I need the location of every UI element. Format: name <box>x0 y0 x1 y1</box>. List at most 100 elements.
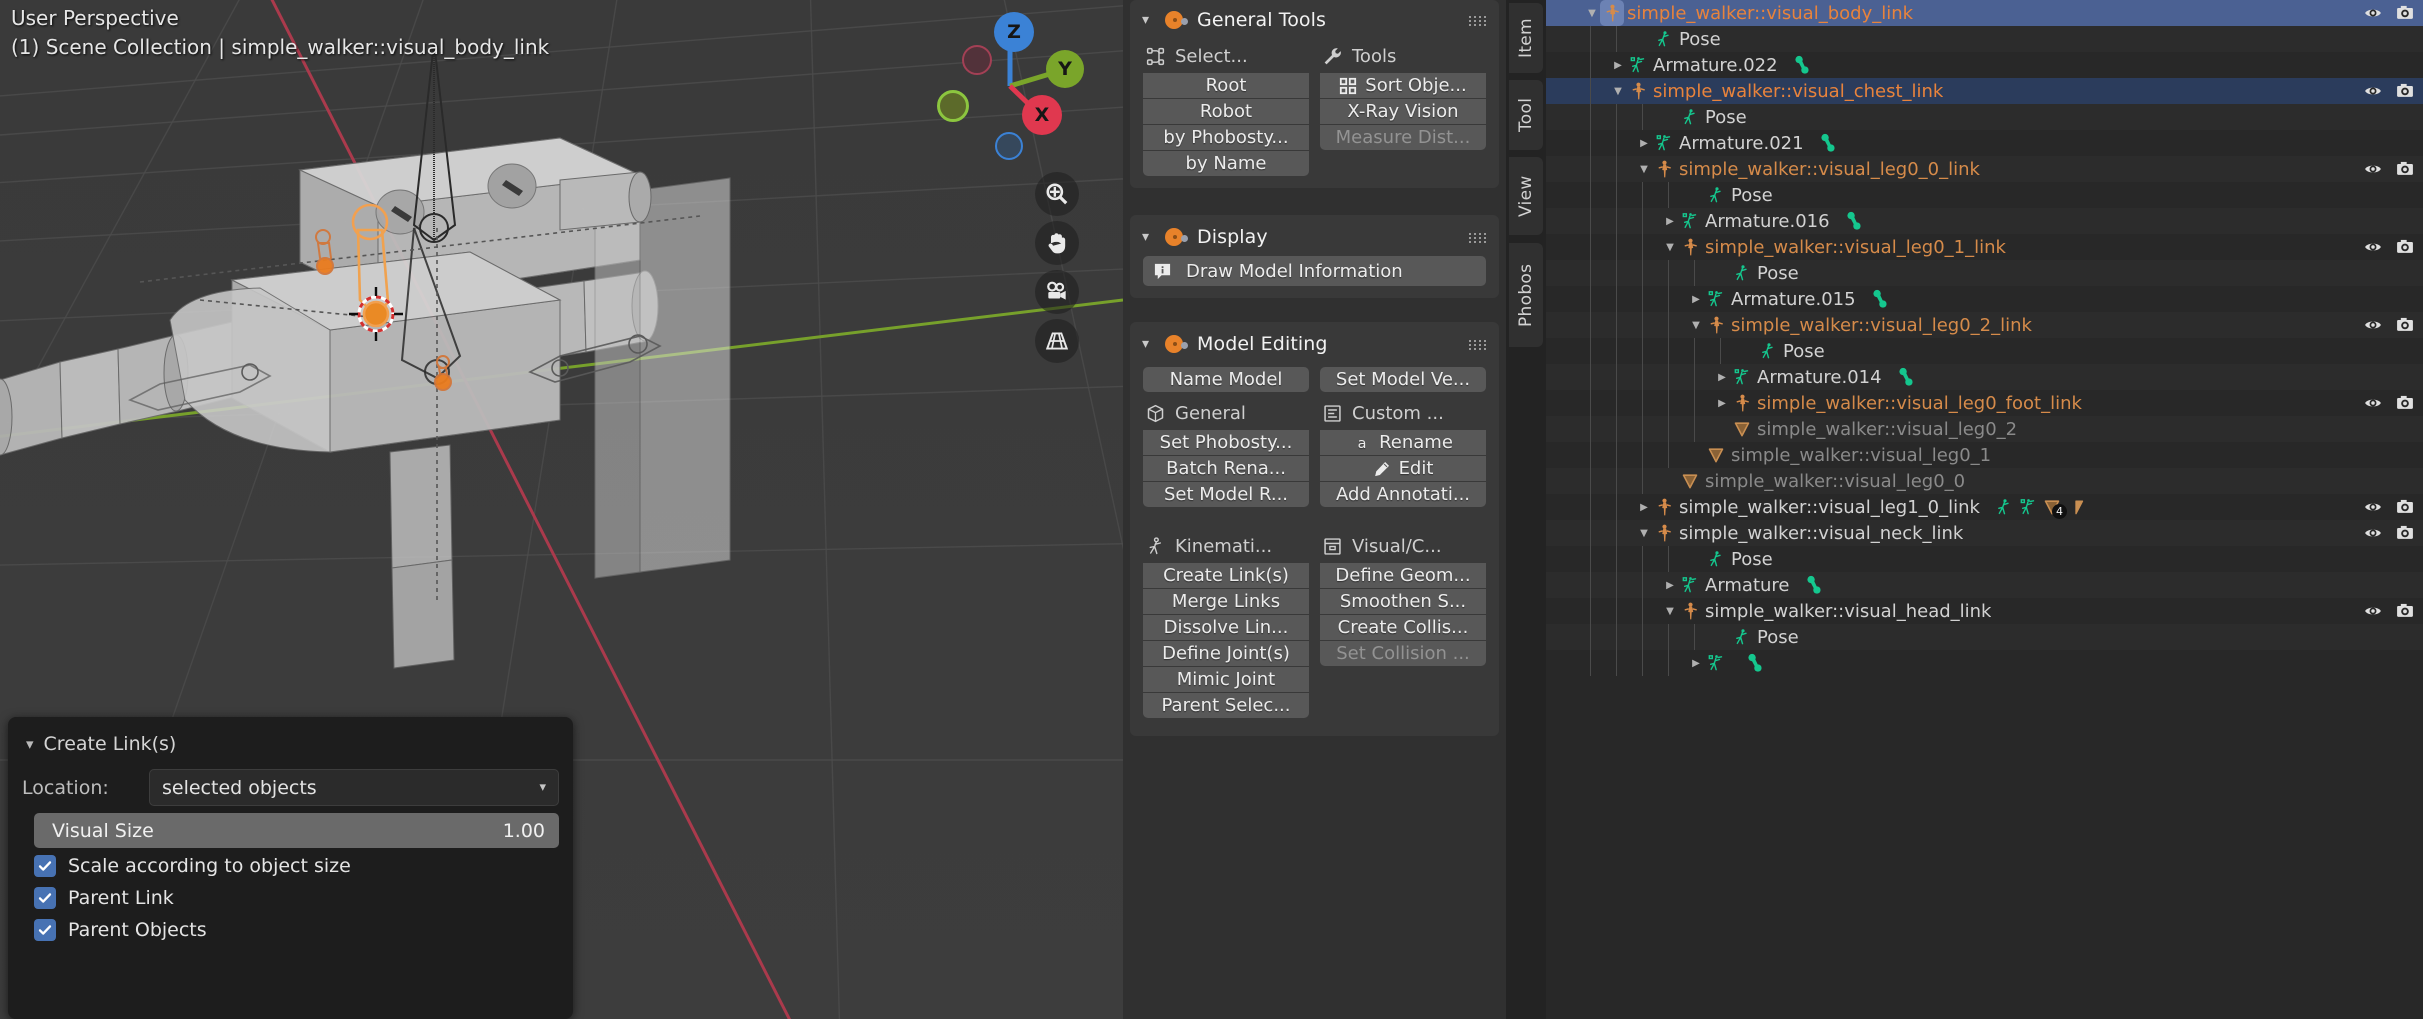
button-set-model-version[interactable]: Set Model Ve... <box>1320 367 1486 392</box>
button-define-joints[interactable]: Define Joint(s) <box>1143 641 1309 666</box>
button-smoothen-surface[interactable]: Smoothen S... <box>1320 589 1486 614</box>
outliner-row[interactable]: ▼ simple_walker::visual_neck_link <box>1546 520 2423 546</box>
disclosure-closed-icon[interactable]: ▶ <box>1610 52 1626 78</box>
outliner-row[interactable]: ▶ Armature <box>1546 572 2423 598</box>
button-select-by-name[interactable]: by Name <box>1143 151 1309 176</box>
button-draw-model-information[interactable]: Draw Model Information <box>1143 256 1486 286</box>
outliner-row[interactable]: Pose <box>1546 104 2423 130</box>
outliner-row[interactable]: ▶ <box>1546 650 2423 676</box>
eye-visibility-icon[interactable] <box>2363 237 2383 257</box>
checkbox-parent-link[interactable]: Parent Link <box>34 887 559 909</box>
button-create-collision[interactable]: Create Collis... <box>1320 615 1486 640</box>
outliner-row-child-icons[interactable] <box>1870 288 1890 310</box>
sidebar-tab-strip[interactable]: Item Tool View Phobos <box>1506 0 1546 1019</box>
disclosure-closed-icon[interactable]: ▶ <box>1636 130 1652 156</box>
outliner-row[interactable]: ▶ Armature.016 <box>1546 208 2423 234</box>
button-name-model[interactable]: Name Model <box>1143 367 1309 392</box>
outliner-row-child-icons[interactable] <box>1804 574 1824 596</box>
location-dropdown[interactable]: selected objects ▾ <box>149 769 559 806</box>
disclosure-closed-icon[interactable]: ▶ <box>1662 572 1678 598</box>
camera-render-visibility-icon[interactable] <box>2395 497 2415 517</box>
outliner-row[interactable]: simple_walker::visual_leg0_1 <box>1546 442 2423 468</box>
outliner-row-visibility-controls[interactable] <box>2363 156 2415 182</box>
phobos-sidebar-panel[interactable]: ▾ General Tools Select... Root Robot by … <box>1123 0 1506 1019</box>
outliner-row[interactable]: ▶ Armature.022 <box>1546 52 2423 78</box>
button-set-model-root[interactable]: Set Model R... <box>1143 482 1309 507</box>
button-batch-rename[interactable]: Batch Rena... <box>1143 456 1309 481</box>
button-define-geometry[interactable]: Define Geom... <box>1320 563 1486 588</box>
outliner-row-child-icons[interactable] <box>1844 210 1864 232</box>
button-set-phobostype[interactable]: Set Phobosty... <box>1143 430 1309 455</box>
gizmo-ball-neg-x[interactable] <box>962 45 992 75</box>
create-links-operator-panel[interactable]: ▾ Create Link(s) Location: selected obje… <box>8 717 573 1019</box>
operator-panel-header[interactable]: ▾ Create Link(s) <box>22 727 559 769</box>
outliner-row[interactable]: Pose <box>1546 338 2423 364</box>
eye-visibility-icon[interactable] <box>2363 315 2383 335</box>
outliner-row-child-icons[interactable] <box>1896 366 1916 388</box>
camera-render-visibility-icon[interactable] <box>2395 601 2415 621</box>
outliner-row-child-icons[interactable] <box>1745 652 1765 674</box>
button-edit[interactable]: Edit <box>1320 456 1486 481</box>
eye-visibility-icon[interactable] <box>2363 523 2383 543</box>
eye-visibility-icon[interactable] <box>2363 393 2383 413</box>
outliner-row[interactable]: ▼ simple_walker::visual_leg0_2_link <box>1546 312 2423 338</box>
panel-header-general-tools[interactable]: ▾ General Tools <box>1130 4 1499 39</box>
disclosure-open-icon[interactable]: ▼ <box>1584 0 1600 26</box>
eye-visibility-icon[interactable] <box>2363 497 2383 517</box>
drag-grip-icon[interactable] <box>1469 233 1487 243</box>
disclosure-open-icon[interactable]: ▼ <box>1662 598 1678 624</box>
camera-render-visibility-icon[interactable] <box>2395 393 2415 413</box>
checkbox-parent-objects[interactable]: Parent Objects <box>34 919 559 941</box>
outliner-row-child-icons[interactable]: 4 <box>1994 497 2086 519</box>
outliner-row[interactable]: simple_walker::visual_leg0_2 <box>1546 416 2423 442</box>
button-parent-selected[interactable]: Parent Selec... <box>1143 693 1309 718</box>
panel-header-display[interactable]: ▾ Display <box>1130 221 1499 256</box>
camera-render-visibility-icon[interactable] <box>2395 523 2415 543</box>
outliner-row-visibility-controls[interactable] <box>2363 78 2415 104</box>
tab-view[interactable]: View <box>1509 157 1543 235</box>
outliner-row-visibility-controls[interactable] <box>2363 234 2415 260</box>
disclosure-closed-icon[interactable]: ▶ <box>1714 364 1730 390</box>
disclosure-closed-icon[interactable]: ▶ <box>1688 286 1704 312</box>
outliner-row-visibility-controls[interactable] <box>2363 520 2415 546</box>
outliner-row[interactable]: ▼ simple_walker::visual_chest_link <box>1546 78 2423 104</box>
outliner-row-visibility-controls[interactable] <box>2363 494 2415 520</box>
eye-visibility-icon[interactable] <box>2363 81 2383 101</box>
outliner-row-child-icons[interactable] <box>1818 132 1838 154</box>
outliner-row-visibility-controls[interactable] <box>2363 0 2415 26</box>
disclosure-open-icon[interactable]: ▼ <box>1662 234 1678 260</box>
button-mimic-joint[interactable]: Mimic Joint <box>1143 667 1309 692</box>
disclosure-open-icon[interactable]: ▼ <box>1610 78 1626 104</box>
drag-grip-icon[interactable] <box>1469 16 1487 26</box>
button-dissolve-links[interactable]: Dissolve Lin... <box>1143 615 1309 640</box>
drag-grip-icon[interactable] <box>1469 340 1487 350</box>
outliner-row[interactable]: Pose <box>1546 546 2423 572</box>
button-select-by-phobostype[interactable]: by Phobosty... <box>1143 125 1309 150</box>
disclosure-closed-icon[interactable]: ▶ <box>1662 208 1678 234</box>
outliner-row-visibility-controls[interactable] <box>2363 390 2415 416</box>
outliner-row[interactable]: ▶ Armature.015 <box>1546 286 2423 312</box>
outliner-row[interactable]: ▶ simple_walker::visual_leg0_foot_link <box>1546 390 2423 416</box>
eye-visibility-icon[interactable] <box>2363 601 2383 621</box>
disclosure-open-icon[interactable]: ▼ <box>1688 312 1704 338</box>
outliner-row[interactable]: ▼ simple_walker::visual_head_link <box>1546 598 2423 624</box>
panel-header-model-editing[interactable]: ▾ Model Editing <box>1130 328 1499 363</box>
zoom-in-icon[interactable] <box>1035 172 1079 216</box>
outliner-row[interactable]: simple_walker::visual_leg0_0 <box>1546 468 2423 494</box>
outliner-row-visibility-controls[interactable] <box>2363 598 2415 624</box>
visual-size-slider[interactable]: Visual Size 1.00 <box>34 813 559 848</box>
perspective-grid-icon[interactable] <box>1035 319 1079 363</box>
gizmo-ball-neg-z[interactable] <box>995 132 1023 160</box>
outliner-row[interactable]: ▼ simple_walker::visual_body_link <box>1546 0 2423 26</box>
disclosure-closed-icon[interactable]: ▶ <box>1636 494 1652 520</box>
disclosure-closed-icon[interactable]: ▶ <box>1714 390 1730 416</box>
gizmo-ball-y[interactable]: Y <box>1046 50 1084 88</box>
gizmo-ball-neg-y[interactable] <box>937 90 969 122</box>
pan-hand-icon[interactable] <box>1035 221 1079 265</box>
outliner-row[interactable]: ▼ simple_walker::visual_leg0_0_link <box>1546 156 2423 182</box>
disclosure-open-icon[interactable]: ▼ <box>1636 520 1652 546</box>
outliner-row[interactable]: ▶ simple_walker::visual_leg1_0_link 4 <box>1546 494 2423 520</box>
disclosure-closed-icon[interactable]: ▶ <box>1688 650 1704 676</box>
button-sort-objects[interactable]: Sort Obje... <box>1320 73 1486 98</box>
tab-tool[interactable]: Tool <box>1509 80 1543 150</box>
